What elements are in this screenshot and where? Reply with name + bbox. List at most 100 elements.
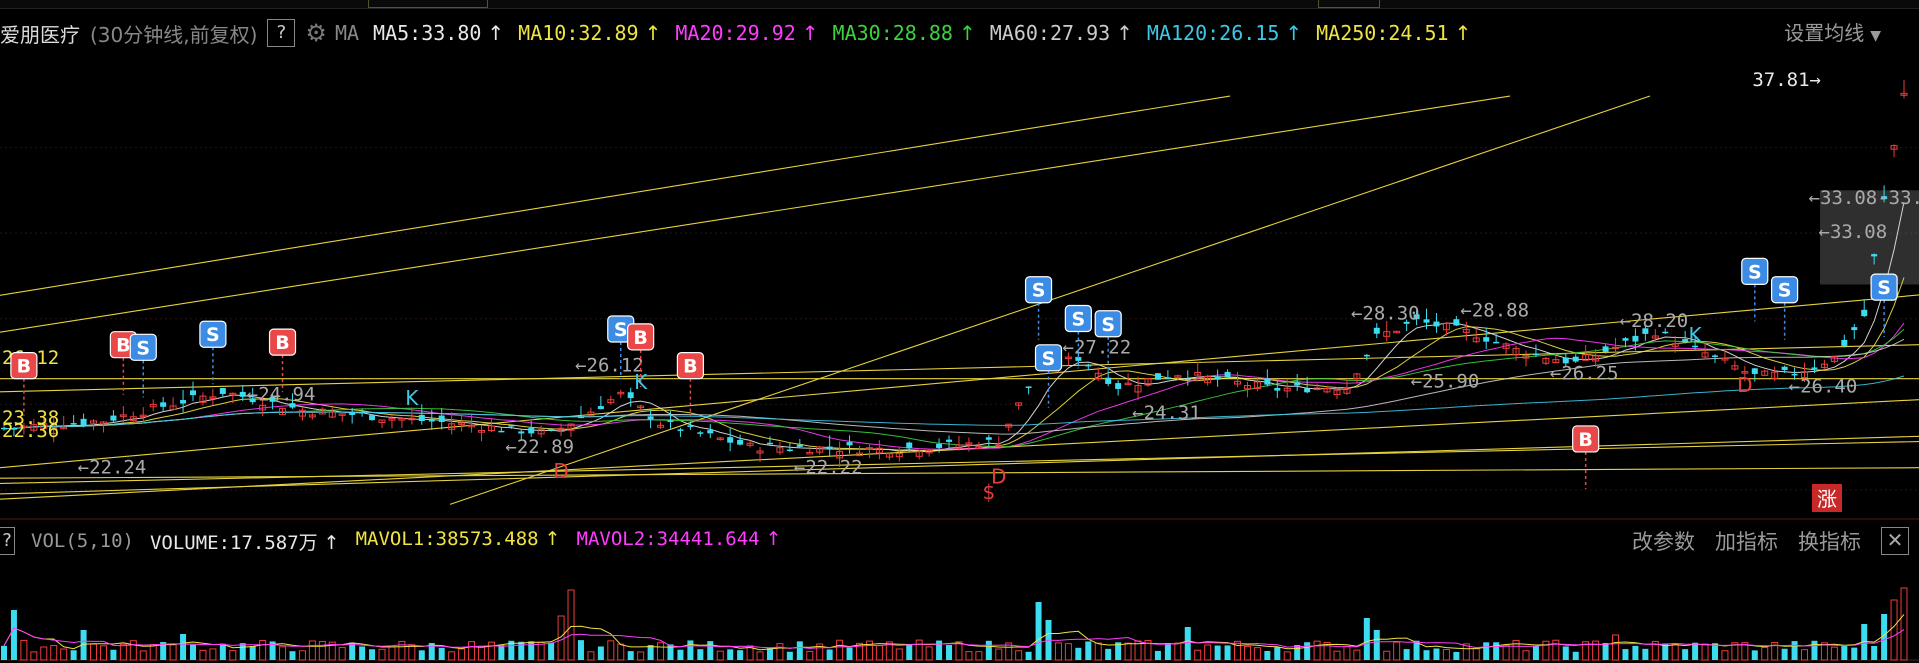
volume-bar	[1562, 646, 1569, 660]
pattern-marker: K	[634, 370, 648, 394]
candle-body	[647, 416, 654, 420]
volume-bar	[40, 646, 48, 661]
pattern-marker: $	[982, 480, 995, 504]
volume-bar	[647, 645, 654, 660]
volume-bar	[1830, 646, 1838, 661]
volume-bar	[289, 651, 296, 660]
volume-bar	[1343, 645, 1351, 661]
volume-bar	[1274, 646, 1281, 660]
volume-bar	[50, 644, 58, 661]
candle-body	[1751, 368, 1758, 374]
signal-label: B	[116, 335, 130, 357]
volume-help-button[interactable]: ?	[0, 527, 15, 555]
candle-body	[1184, 378, 1191, 381]
candle-body	[627, 392, 634, 399]
volume-bar	[1502, 644, 1510, 661]
volume-bar	[308, 640, 316, 661]
arrow-up-icon: ↑	[765, 527, 782, 550]
candle-body	[677, 429, 684, 431]
ma-value: MA120:26.15 ↑	[1146, 21, 1303, 45]
help-button[interactable]: ?	[267, 19, 296, 47]
gear-icon[interactable]: ⚙	[305, 19, 327, 47]
volume-bar	[846, 647, 853, 660]
limit-up-label: 涨	[1817, 487, 1837, 511]
candle-body	[766, 442, 773, 445]
volume-bar	[1791, 641, 1798, 660]
pattern-marker: K	[1689, 323, 1703, 347]
candle-body	[1154, 373, 1161, 380]
candle-body	[1433, 321, 1440, 327]
switch-indicator-button[interactable]: 换指标	[1798, 526, 1861, 556]
volume-bar	[1682, 649, 1689, 660]
volume-bar	[1403, 649, 1410, 660]
ma-value: MA250:24.51 ↑	[1316, 21, 1472, 45]
volume-bar	[617, 643, 625, 661]
ma-value: MA60:27.93 ↑	[989, 21, 1133, 45]
ma-values: MA5:33.80 ↑ MA10:32.89 ↑ MA20:29.92 ↑ MA30:28.…	[359, 21, 1471, 45]
volume-bar	[776, 643, 784, 661]
volume-bar	[369, 649, 376, 660]
price-label: 22.36	[2, 420, 59, 442]
volume-bar	[1851, 647, 1858, 660]
indicator-name: MA	[334, 21, 360, 45]
price-label: ←28.30	[1351, 302, 1420, 324]
candle-body	[428, 418, 435, 422]
volume-chart[interactable]	[0, 560, 1919, 663]
volume-bar	[1483, 642, 1490, 660]
add-indicator-button[interactable]: 加指标	[1715, 526, 1778, 556]
candle-body	[1085, 364, 1092, 367]
volume-bar	[627, 651, 634, 660]
candle-body	[438, 415, 445, 422]
volume-bar	[1035, 602, 1042, 660]
volume-bar	[537, 641, 545, 661]
volume-bar	[1472, 648, 1480, 661]
close-icon[interactable]: ✕	[1881, 527, 1909, 555]
candle-body	[1622, 338, 1629, 341]
candle-body	[1214, 376, 1221, 380]
volume-bar	[1453, 651, 1460, 660]
volume-bar	[1493, 642, 1500, 660]
candle-body	[1861, 309, 1868, 317]
candle-body	[727, 437, 734, 443]
volume-bar	[1154, 650, 1161, 660]
volume-bar	[796, 641, 803, 660]
signal-label: S	[1778, 280, 1792, 302]
volume-bar	[1692, 642, 1699, 660]
ma-value: MA5:33.80 ↑	[373, 21, 505, 45]
volume-bar	[687, 640, 694, 660]
set-ma-button[interactable]: 设置均线 ▼	[1784, 14, 1881, 52]
signal-label: S	[206, 324, 220, 346]
candle-body	[1105, 377, 1112, 384]
volume-bar	[10, 610, 17, 660]
change-params-button[interactable]: 改参数	[1632, 526, 1695, 556]
signal-label: B	[1578, 429, 1592, 451]
signal-label: B	[275, 332, 289, 354]
pattern-marker: K	[405, 386, 419, 410]
volume-bar	[1542, 640, 1550, 661]
candle-body	[1373, 327, 1380, 334]
arrow-up-icon: ↑	[323, 531, 340, 554]
signal-label: S	[614, 319, 628, 341]
volume-bar	[190, 644, 197, 660]
volume-bar	[677, 649, 684, 660]
volume-bar	[1841, 645, 1848, 660]
price-label: ←28.88	[1460, 300, 1529, 322]
price-chart[interactable]: 37.81→ ←33.08-33.60 ←33.08 ←28.20 ←28.88 ←28.…	[0, 52, 1919, 520]
top-tab[interactable]	[1318, 0, 1380, 8]
volume-bar	[1890, 599, 1898, 661]
volume-bar	[99, 645, 107, 661]
candle-body	[1115, 383, 1122, 389]
volume-bar	[1333, 650, 1341, 661]
volume-bar	[657, 642, 665, 661]
candle-body	[239, 391, 246, 397]
volume-bar	[129, 640, 137, 661]
trend-line	[0, 95, 1231, 296]
candle-body	[1294, 382, 1301, 386]
top-tab[interactable]	[368, 0, 488, 8]
volume-bar	[209, 648, 217, 661]
volume-bar	[1811, 640, 1818, 660]
volume-bar	[249, 646, 256, 660]
volume-bar	[936, 640, 943, 660]
arrow-up-icon: ↑	[544, 527, 561, 550]
volume-bar	[1194, 649, 1202, 661]
